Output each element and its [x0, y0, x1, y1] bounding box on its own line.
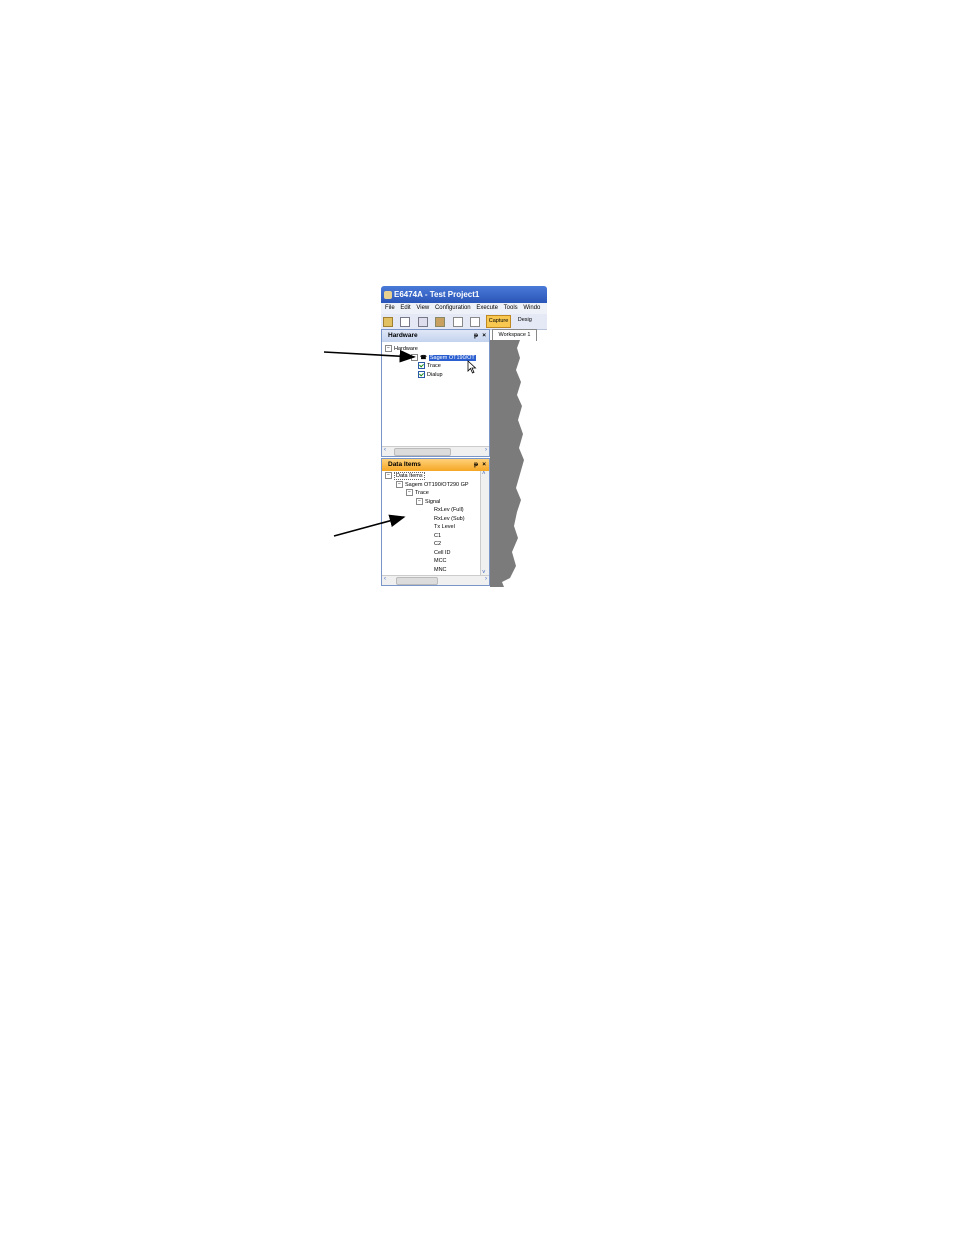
callout-arrow-data-items [333, 514, 406, 537]
mouse-cursor-icon [467, 360, 477, 374]
callout-arrow-hardware [323, 349, 416, 363]
annotation-layer [323, 349, 416, 537]
